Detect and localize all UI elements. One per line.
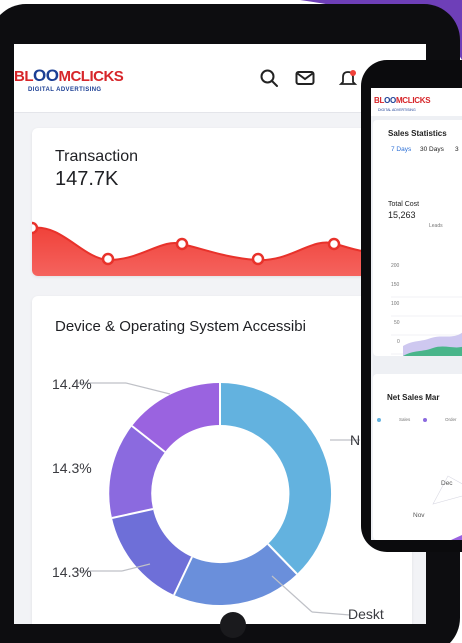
y-tick: 0 [397,339,400,345]
sparkline-point [175,237,189,251]
mail-icon[interactable] [295,68,315,88]
brand-logo-subtitle: DIGITAL ADVERTISING [28,87,102,93]
device-card-title: Device & Operating System Accessibi [55,318,306,335]
transaction-value: 147.7K [55,168,119,190]
donut-segment-blue [220,383,332,574]
search-icon[interactable] [259,68,279,88]
total-cost-value: 15,263 [388,210,416,220]
sparkline-point [101,252,115,266]
y-tick: 50 [394,320,400,326]
sales-statistics-card [373,120,462,356]
phone-screen: BLOOMCLICKS DIGITAL ADVERTISING Sales St… [371,88,462,540]
phone-brand-subtitle: DIGITAL ADVERTISING [378,108,416,112]
sales-statistics-title: Sales Statistics [388,129,447,138]
donut-label: 14.4% [52,376,92,392]
net-sales-label-dec: Dec [441,480,453,487]
y-tick: 150 [391,282,400,288]
scene: BLOOMCLICKS DIGITAL ADVERTISING Transact… [0,0,462,643]
tablet-home-button[interactable] [220,612,246,638]
tab-7-days[interactable]: 7 Days [391,146,411,153]
donut-label-right: N [350,432,361,448]
y-tick: 200 [391,263,400,269]
donut-label-right: Deskt [348,606,384,622]
donut-label: 14.3% [52,564,92,580]
tab-more[interactable]: 3 [455,146,459,153]
tab-30-days[interactable]: 30 Days [420,146,444,153]
y-tick: 100 [391,301,400,307]
sparkline-point [327,237,341,251]
phone-device: BLOOMCLICKS DIGITAL ADVERTISING Sales St… [361,60,462,552]
brand-logo[interactable]: BLOOMCLICKS [14,66,124,86]
legend-sales: Sales [399,417,411,422]
sales-area-chart [391,296,462,356]
sparkline-point [251,252,265,266]
phone-brand-logo[interactable]: BLOOMCLICKS [374,96,431,105]
net-sales-label-nov: Nov [413,512,425,519]
legend-order: Order [445,417,457,422]
net-sales-title: Net Sales Mar [387,393,440,402]
sparkline-point [32,221,39,235]
phone-header: BLOOMCLICKS DIGITAL ADVERTISING [371,88,462,116]
donut-label: 14.3% [52,460,92,476]
total-cost-label: Total Cost [388,201,420,208]
transaction-title: Transaction [55,148,138,165]
leads-label: Leads [429,223,443,229]
bell-icon[interactable] [338,68,358,88]
